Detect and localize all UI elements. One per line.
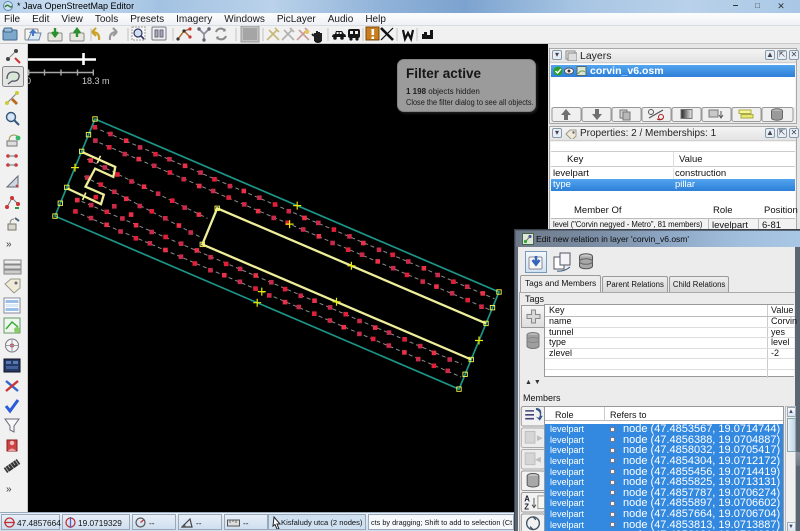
svg-text:»: » bbox=[6, 239, 12, 250]
svg-text:0: 0 bbox=[28, 76, 31, 86]
svg-text:»: » bbox=[6, 484, 12, 495]
svg-text:18.3 m: 18.3 m bbox=[82, 76, 110, 86]
svg-text:Z: Z bbox=[524, 503, 529, 512]
